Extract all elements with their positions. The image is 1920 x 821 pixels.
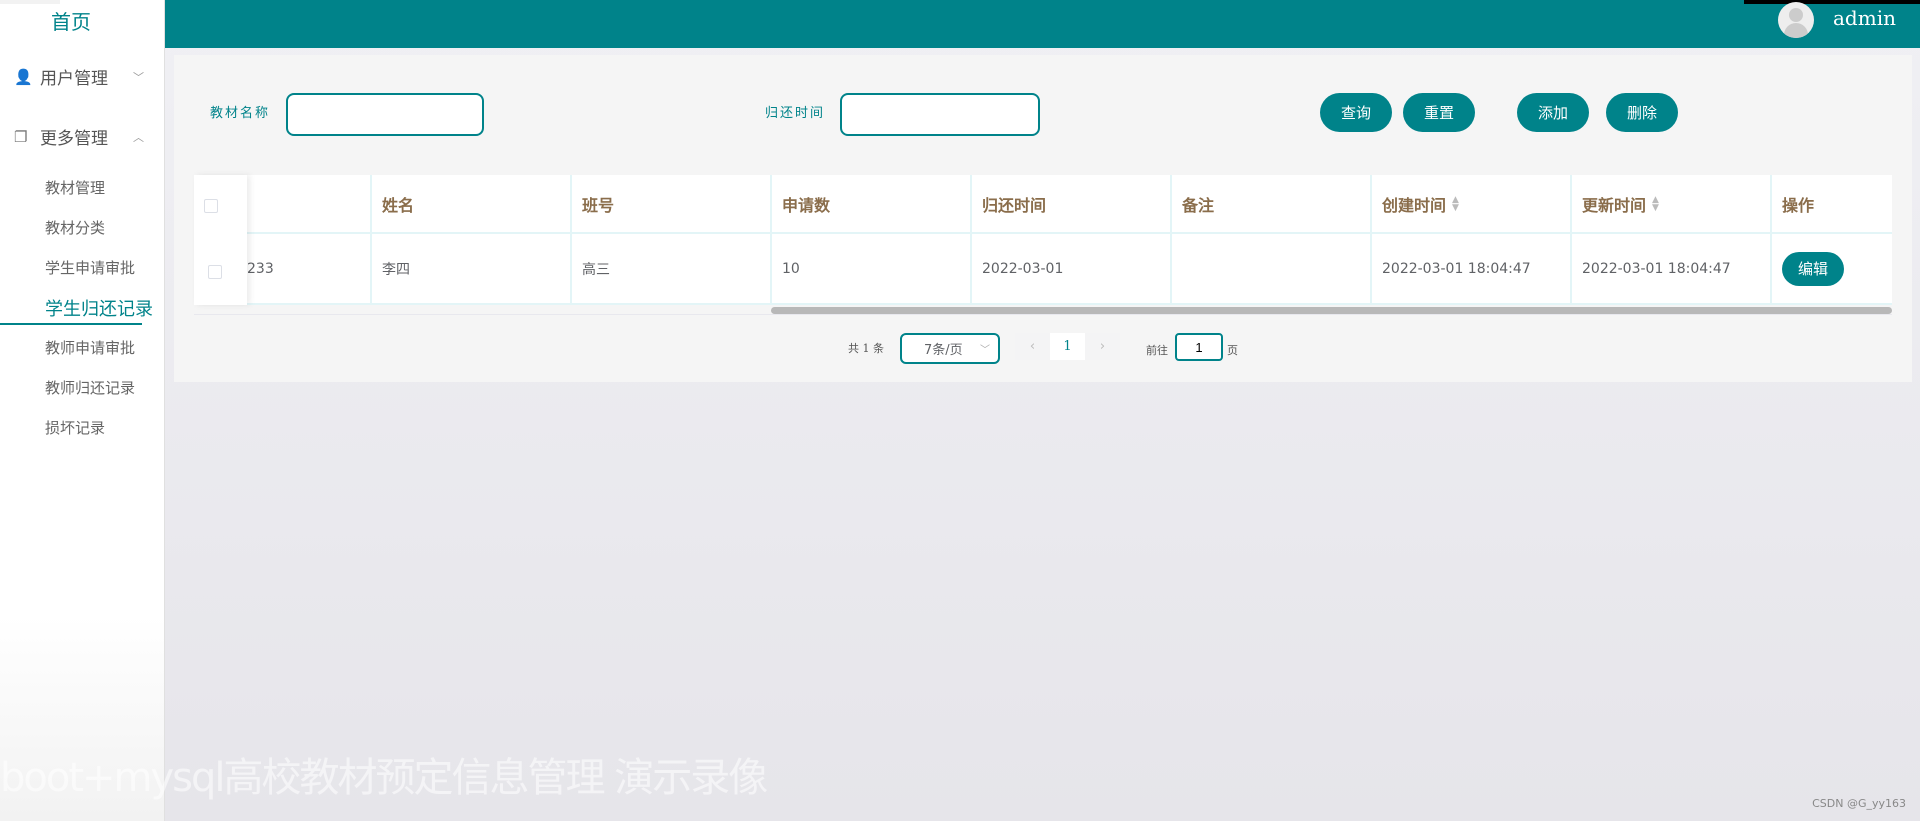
data-table: 姓名 班号 申请数 归还时间 备注 创建时间 ▲ ▼ 更新时间 ▲ ▼ 操作 233 李…	[194, 175, 1892, 305]
column-header-created[interactable]: 创建时间 ▲ ▼	[1372, 175, 1572, 234]
header-label: 创建时间	[1382, 195, 1447, 215]
active-indicator	[0, 323, 142, 325]
watermark: boot+mysql高校教材预定信息管理 演示录像	[0, 755, 768, 801]
copy-icon: ❐	[14, 127, 28, 146]
sidebar-item-damage[interactable]: 损坏记录	[45, 417, 105, 438]
black-bar	[1744, 0, 1920, 4]
goto-label: 前往	[1146, 344, 1168, 357]
sidebar-item-textbook[interactable]: 教材管理	[45, 177, 105, 198]
edit-button[interactable]: 编辑	[1782, 251, 1844, 286]
cell-count: 10	[772, 234, 972, 305]
cell-action: 编辑	[1772, 234, 1892, 305]
credit-text: CSDN @G_yy163	[1812, 797, 1906, 810]
return-time-label: 归还时间	[765, 106, 826, 121]
goto-page-input[interactable]	[1175, 333, 1223, 361]
return-time-input[interactable]	[840, 93, 1040, 136]
delete-button[interactable]: 删除	[1606, 93, 1678, 132]
column-header-class: 班号	[572, 175, 772, 234]
table-bottom-border	[194, 314, 1892, 315]
column-header-action: 操作	[1772, 175, 1892, 234]
menu-label: 更多管理	[40, 129, 108, 149]
sidebar-strip	[0, 0, 60, 4]
chevron-down-icon: ﹀	[980, 345, 990, 356]
column-header-note: 备注	[1172, 175, 1372, 234]
cell-id: 233	[247, 234, 372, 305]
sidebar-item-teacher-return[interactable]: 教师归还记录	[45, 377, 135, 398]
column-header-name: 姓名	[372, 175, 572, 234]
cell-name: 李四	[372, 234, 572, 305]
avatar[interactable]	[1778, 2, 1814, 38]
textbook-name-label: 教材名称	[210, 106, 271, 121]
sidebar-item-student-return[interactable]: 学生归还记录	[45, 295, 153, 321]
textbook-name-input[interactable]	[286, 93, 484, 136]
page-unit-label: 页	[1227, 344, 1238, 357]
menu-more-management[interactable]: ❐ 更多管理 ︿	[14, 124, 144, 150]
chevron-down-icon: ﹀	[133, 70, 144, 84]
top-header	[165, 0, 1920, 48]
cell-note	[1172, 234, 1372, 305]
next-page-button[interactable]: ›	[1085, 333, 1120, 360]
sidebar-item-teacher-apply[interactable]: 教师申请审批	[45, 337, 135, 358]
horizontal-scrollbar[interactable]	[771, 307, 1892, 314]
query-button[interactable]: 查询	[1320, 93, 1392, 132]
menu-label: 用户管理	[40, 69, 108, 89]
column-header-updated[interactable]: 更新时间 ▲ ▼	[1572, 175, 1772, 234]
cell-class: 高三	[572, 234, 772, 305]
add-button[interactable]: 添加	[1517, 93, 1589, 132]
menu-user-management[interactable]: 👤 用户管理 ﹀	[14, 64, 144, 90]
row-checkbox[interactable]	[208, 265, 222, 279]
page-1-button[interactable]: 1	[1050, 333, 1085, 360]
sidebar-item-student-apply[interactable]: 学生申请审批	[45, 257, 135, 278]
fixed-checkbox-column	[194, 175, 247, 305]
prev-page-button[interactable]: ‹	[1015, 333, 1050, 360]
select-all-checkbox[interactable]	[204, 199, 218, 213]
column-header-count: 申请数	[772, 175, 972, 234]
page-size-select[interactable]: 7条/页 ﹀	[900, 333, 1000, 364]
sort-icon[interactable]: ▲ ▼	[1452, 195, 1459, 212]
cell-return: 2022-03-01	[972, 234, 1172, 305]
column-header-return: 归还时间	[972, 175, 1172, 234]
header-label: 更新时间	[1582, 195, 1647, 215]
sort-icon[interactable]: ▲ ▼	[1652, 195, 1659, 212]
sidebar-home[interactable]: 首页	[0, 6, 142, 35]
sidebar-item-category[interactable]: 教材分类	[45, 217, 105, 238]
user-icon: 👤	[14, 67, 33, 86]
reset-button[interactable]: 重置	[1403, 93, 1475, 132]
cell-updated: 2022-03-01 18:04:47	[1572, 234, 1772, 305]
total-count: 共 1 条	[848, 342, 884, 355]
sidebar: 首页 👤 用户管理 ﹀ ❐ 更多管理 ︿ 教材管理 教材分类 学生申请审批 学生归还记录…	[0, 0, 165, 821]
cell-created: 2022-03-01 18:04:47	[1372, 234, 1572, 305]
page-size-value: 7条/页	[924, 343, 963, 358]
column-header	[247, 175, 372, 234]
username[interactable]: admin	[1833, 6, 1896, 30]
chevron-up-icon: ︿	[133, 130, 144, 144]
